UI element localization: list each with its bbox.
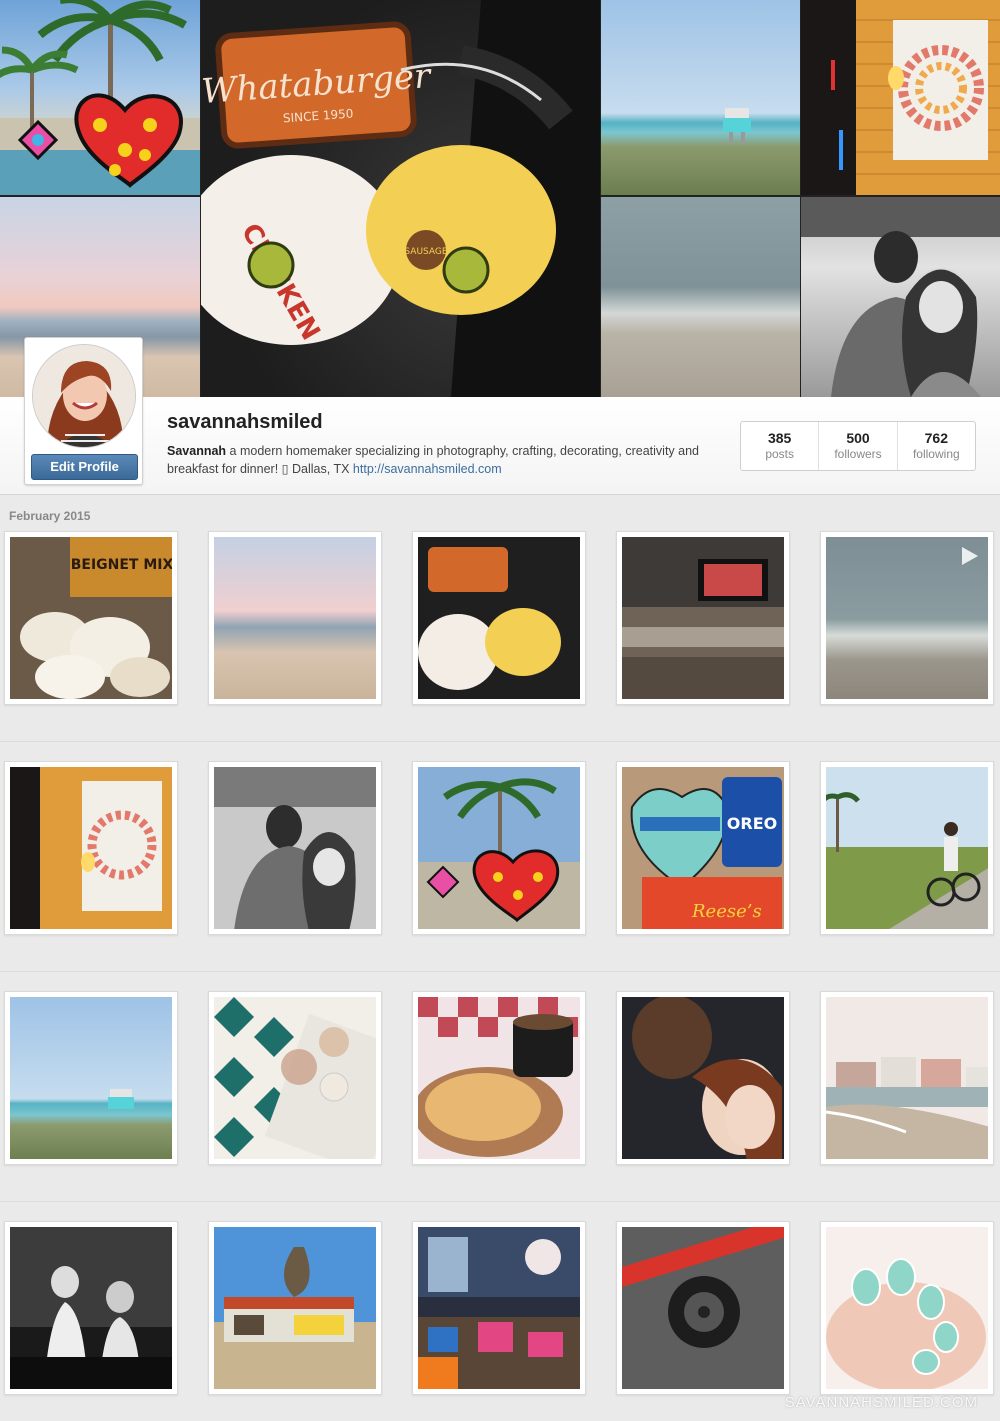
photo-tire[interactable] — [616, 1221, 790, 1395]
stat-following[interactable]: 762 following — [896, 422, 975, 470]
video-play-icon — [962, 547, 978, 565]
photo-image: OREO Reese’s — [622, 767, 784, 929]
photo-image — [418, 997, 580, 1159]
beach-lifeguard-photo — [601, 0, 800, 195]
photo-image — [214, 537, 376, 699]
photo-image — [826, 767, 988, 929]
photo-image — [10, 1227, 172, 1389]
stat-posts-count: 385 — [767, 430, 792, 446]
photo-waffle[interactable] — [412, 991, 586, 1165]
stats-box: 385 posts 500 followers 762 following — [740, 421, 976, 471]
photo-image — [214, 767, 376, 929]
photo-taqueria[interactable] — [208, 1221, 382, 1395]
whataburger-photo: Whataburger SINCE 1950 CHICKEN SAUSAGE — [201, 0, 600, 397]
photo-image — [418, 767, 580, 929]
photo-image — [622, 537, 784, 699]
photo-bakery-show[interactable] — [4, 1221, 178, 1395]
photo-airport[interactable] — [616, 531, 790, 705]
avatar-card: Edit Profile — [24, 337, 143, 485]
photo-image — [418, 537, 580, 699]
photo-image — [826, 997, 988, 1159]
stat-following-count: 762 — [924, 430, 948, 446]
photo-hotel-beach[interactable] — [820, 991, 994, 1165]
photo-image — [10, 997, 172, 1159]
avatar[interactable] — [32, 344, 136, 448]
photo-couple-selfie[interactable] — [616, 991, 790, 1165]
bio-name: Savannah — [167, 444, 227, 458]
photo-diner-interior[interactable] — [412, 1221, 586, 1395]
svg-text:SAUSAGE: SAUSAGE — [404, 247, 447, 257]
photo-lifeguard-tower[interactable] — [4, 991, 178, 1165]
palm-heart-photo — [0, 0, 200, 195]
location-icon: ▯ — [281, 462, 289, 476]
photo-image — [214, 997, 376, 1159]
bio: Savannah a modern homemaker specializing… — [167, 442, 707, 478]
watermark: SAVANNAHSMILED.COM — [784, 1394, 978, 1411]
photo-donut-poster[interactable] — [4, 761, 178, 935]
photo-image — [622, 997, 784, 1159]
couple-selfie-photo — [801, 197, 1000, 397]
photo-image — [10, 767, 172, 929]
stat-followers[interactable]: 500 followers — [818, 422, 896, 470]
stat-followers-count: 500 — [846, 430, 870, 446]
username: savannahsmiled — [167, 411, 323, 433]
photo-image — [826, 537, 988, 699]
donut-poster-photo — [801, 0, 1000, 195]
wave-photo — [601, 197, 800, 397]
photo-nails[interactable] — [820, 1221, 994, 1395]
photo-valentine-candy[interactable]: OREO Reese’s — [616, 761, 790, 935]
photo-image — [826, 1227, 988, 1389]
svg-text:BEIGNET MIX: BEIGNET MIX — [71, 557, 172, 573]
stat-followers-label: followers — [834, 447, 882, 461]
svg-text:Reese’s: Reese’s — [691, 901, 762, 922]
photo-tray-rug[interactable] — [208, 991, 382, 1165]
photo-image — [622, 1227, 784, 1389]
photo-waves[interactable] — [820, 531, 994, 705]
photo-beignets[interactable]: BEIGNET MIX — [4, 531, 178, 705]
edit-profile-button[interactable]: Edit Profile — [31, 454, 138, 480]
stat-following-label: following — [912, 447, 960, 461]
stat-posts[interactable]: 385 posts — [741, 422, 818, 470]
website-link[interactable]: http://savannahsmiled.com — [353, 462, 502, 476]
bio-location: Dallas, TX — [288, 462, 353, 476]
header-mosaic: Whataburger SINCE 1950 CHICKEN SAUSAGE — [0, 0, 1000, 397]
svg-text:OREO: OREO — [727, 814, 777, 833]
photo-whataburger[interactable] — [412, 531, 586, 705]
photo-palm-heart[interactable] — [412, 761, 586, 935]
photo-image — [418, 1227, 580, 1389]
photo-bike-path[interactable] — [820, 761, 994, 935]
photo-couple-bw[interactable] — [208, 761, 382, 935]
photo-pastel-beach[interactable] — [208, 531, 382, 705]
photo-image — [214, 1227, 376, 1389]
photo-image: BEIGNET MIX — [10, 537, 172, 699]
stat-posts-label: posts — [765, 447, 794, 461]
